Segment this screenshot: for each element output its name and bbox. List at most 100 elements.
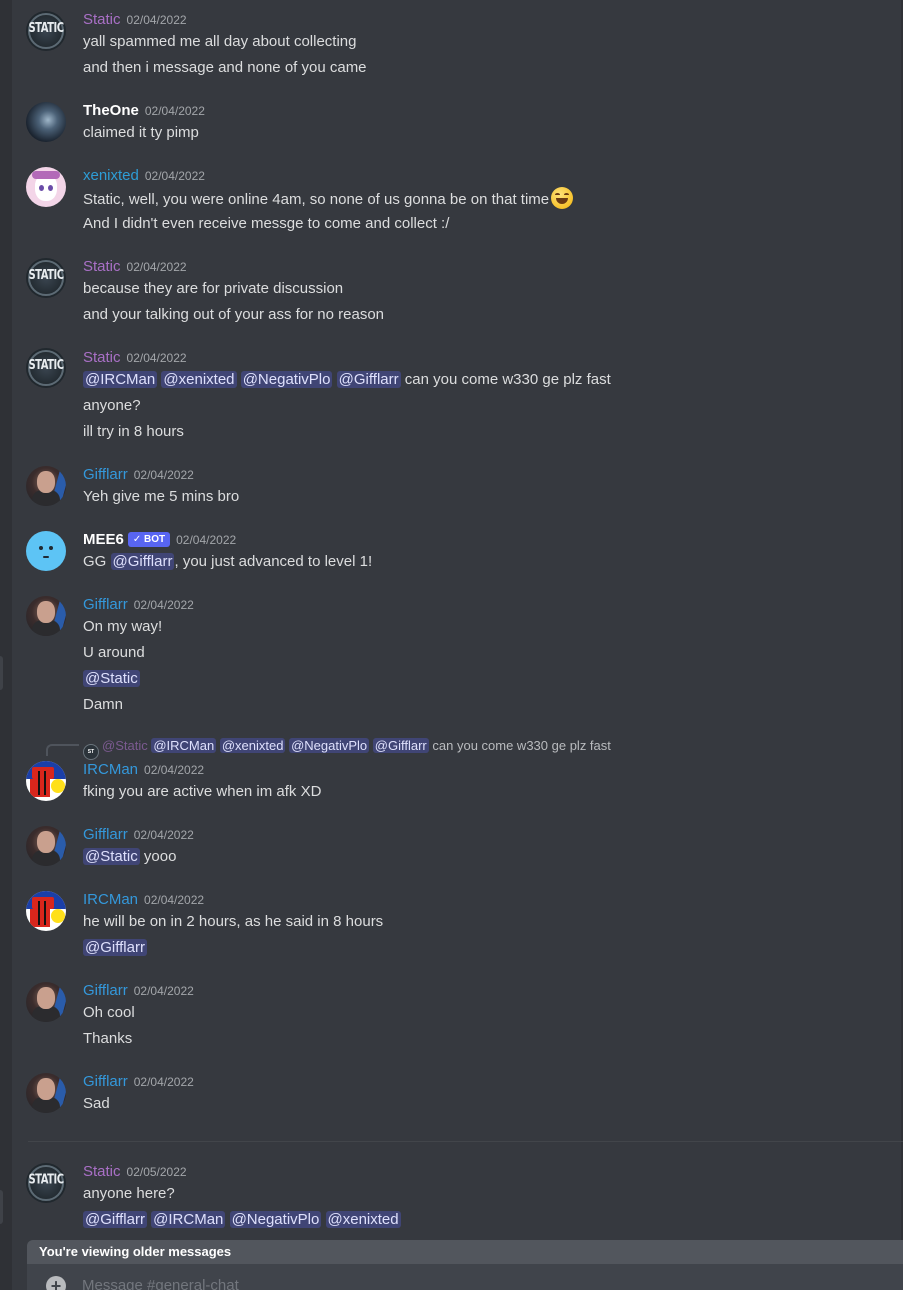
author-name[interactable]: Gifflarr xyxy=(83,466,128,483)
message-header: xenixted 02/04/2022 xyxy=(83,166,205,186)
date-divider xyxy=(28,1141,903,1142)
reply-preview[interactable]: ST @Static @IRCMan @xenixted @NegativPlo … xyxy=(83,737,611,760)
user-mention[interactable]: @Static xyxy=(83,848,140,865)
user-mention[interactable]: @Gifflarr xyxy=(83,1211,147,1228)
message-text-part: Static, well, you were online 4am, so no… xyxy=(83,191,550,208)
avatar-xenixted[interactable] xyxy=(26,167,66,207)
author-name[interactable]: Static xyxy=(83,11,121,28)
message-input[interactable] xyxy=(82,1273,862,1290)
user-mention[interactable]: @xenixted xyxy=(219,738,286,753)
server-list-strip xyxy=(0,0,12,1290)
message-text: @Gifflarr xyxy=(83,937,147,959)
message-text: Sad xyxy=(83,1095,110,1112)
reply-text: can you come w330 ge plz fast xyxy=(432,738,611,753)
avatar-theone[interactable] xyxy=(26,102,66,142)
avatar-static[interactable]: STATIC xyxy=(26,348,66,388)
timestamp: 02/04/2022 xyxy=(144,893,205,907)
avatar-gifflarr[interactable] xyxy=(26,826,66,866)
avatar-mee6[interactable] xyxy=(26,531,66,571)
strip-marker xyxy=(0,1190,3,1224)
message-text: and your talking out of your ass for no … xyxy=(83,306,385,323)
avatar-gifflarr[interactable] xyxy=(26,1073,66,1113)
author-name[interactable]: TheOne xyxy=(83,102,139,119)
timestamp: 02/04/2022 xyxy=(144,763,205,777)
message-text-part: can you come w330 ge plz fast xyxy=(404,371,611,388)
user-mention[interactable]: @Static xyxy=(83,670,140,687)
message-text: claimed it ty pimp xyxy=(83,124,199,141)
avatar-static[interactable]: STATIC xyxy=(26,258,66,298)
message-header: IRCMan 02/04/2022 xyxy=(83,890,204,910)
message-header: Static 02/04/2022 xyxy=(83,348,187,368)
user-mention[interactable]: @xenixted xyxy=(325,1211,401,1228)
user-mention[interactable]: @IRCMan xyxy=(151,738,217,753)
user-mention[interactable]: @Gifflarr xyxy=(83,939,147,956)
message-text: @Static yooo xyxy=(83,846,176,868)
message-header: TheOne 02/04/2022 xyxy=(83,101,205,121)
message-text: U around xyxy=(83,644,145,661)
message-header: Static 02/05/2022 xyxy=(83,1162,187,1182)
user-mention[interactable]: @NegativPlo xyxy=(229,1211,322,1228)
timestamp: 02/04/2022 xyxy=(176,533,237,547)
message-text: because they are for private discussion xyxy=(83,280,344,297)
message-text: GG @Gifflarr, you just advanced to level… xyxy=(83,551,372,573)
avatar-gifflarr[interactable] xyxy=(26,982,66,1022)
avatar-gifflarr[interactable] xyxy=(26,596,66,636)
avatar-static[interactable]: STATIC xyxy=(26,11,66,51)
author-name[interactable]: Static xyxy=(83,1163,121,1180)
author-name[interactable]: Gifflarr xyxy=(83,1073,128,1090)
author-name[interactable]: xenixted xyxy=(83,167,139,184)
author-name[interactable]: Gifflarr xyxy=(83,596,128,613)
message-text-part: GG xyxy=(83,553,107,570)
message-text: he will be on in 2 hours, as he said in … xyxy=(83,913,384,930)
author-name[interactable]: Static xyxy=(83,258,121,275)
bot-tag: ✓ BOT xyxy=(127,532,171,547)
older-messages-bar[interactable]: You're viewing older messages xyxy=(27,1240,903,1264)
user-mention[interactable]: @IRCMan xyxy=(151,1211,226,1228)
avatar-gifflarr[interactable] xyxy=(26,466,66,506)
message-composer: + xyxy=(27,1264,903,1290)
reply-connector xyxy=(46,744,79,756)
message-text: ill try in 8 hours xyxy=(83,423,184,440)
avatar-ircman[interactable] xyxy=(26,761,66,801)
user-mention[interactable]: @Gifflarr xyxy=(336,371,401,388)
user-mention[interactable]: @IRCMan xyxy=(83,371,158,388)
author-name[interactable]: Gifflarr xyxy=(83,826,128,843)
user-mention[interactable]: @Gifflarr xyxy=(372,738,429,753)
chat-view: STATIC Static 02/04/2022 yall spammed me … xyxy=(0,0,903,1290)
message-text-part: yooo xyxy=(143,848,177,865)
message-text: And I didn't even receive messge to come… xyxy=(83,215,450,232)
message-header: Gifflarr 02/04/2022 xyxy=(83,981,194,1001)
user-mention[interactable]: @NegativPlo xyxy=(240,371,333,388)
user-mention[interactable]: @NegativPlo xyxy=(289,738,370,753)
message-text: Thanks xyxy=(83,1030,133,1047)
avatar-static[interactable]: STATIC xyxy=(26,1163,66,1203)
timestamp: 02/04/2022 xyxy=(126,13,187,27)
author-name[interactable]: Gifflarr xyxy=(83,982,128,999)
user-mention[interactable]: @xenixted xyxy=(161,371,237,388)
user-mention[interactable]: @Gifflarr xyxy=(110,553,175,570)
older-messages-notice: You're viewing older messages xyxy=(39,1244,232,1259)
message-text: Static, well, you were online 4am, so no… xyxy=(83,187,574,211)
message-text: Oh cool xyxy=(83,1004,135,1021)
reply-author[interactable]: @Static xyxy=(102,738,148,753)
message-text: fking you are active when im afk XD xyxy=(83,783,322,800)
message-text-part: , you just advanced to level 1! xyxy=(174,553,373,570)
timestamp: 02/04/2022 xyxy=(133,828,194,842)
message-header: Static 02/04/2022 xyxy=(83,10,187,30)
reply-avatar: ST xyxy=(83,744,99,760)
timestamp: 02/04/2022 xyxy=(144,104,205,118)
author-name[interactable]: Static xyxy=(83,349,121,366)
author-name[interactable]: IRCMan xyxy=(83,761,138,778)
author-name[interactable]: IRCMan xyxy=(83,891,138,908)
message-text: Damn xyxy=(83,696,124,713)
avatar-ircman[interactable] xyxy=(26,891,66,931)
plus-icon[interactable]: + xyxy=(46,1276,66,1290)
timestamp: 02/04/2022 xyxy=(133,1075,194,1089)
message-header: IRCMan 02/04/2022 xyxy=(83,760,204,780)
timestamp: 02/04/2022 xyxy=(133,598,194,612)
author-name[interactable]: MEE6 xyxy=(83,531,124,548)
timestamp: 02/04/2022 xyxy=(133,468,194,482)
message-header: Static 02/04/2022 xyxy=(83,257,187,277)
message-text: Yeh give me 5 mins bro xyxy=(83,488,240,505)
message-header: MEE6 ✓ BOT 02/04/2022 xyxy=(83,530,236,550)
